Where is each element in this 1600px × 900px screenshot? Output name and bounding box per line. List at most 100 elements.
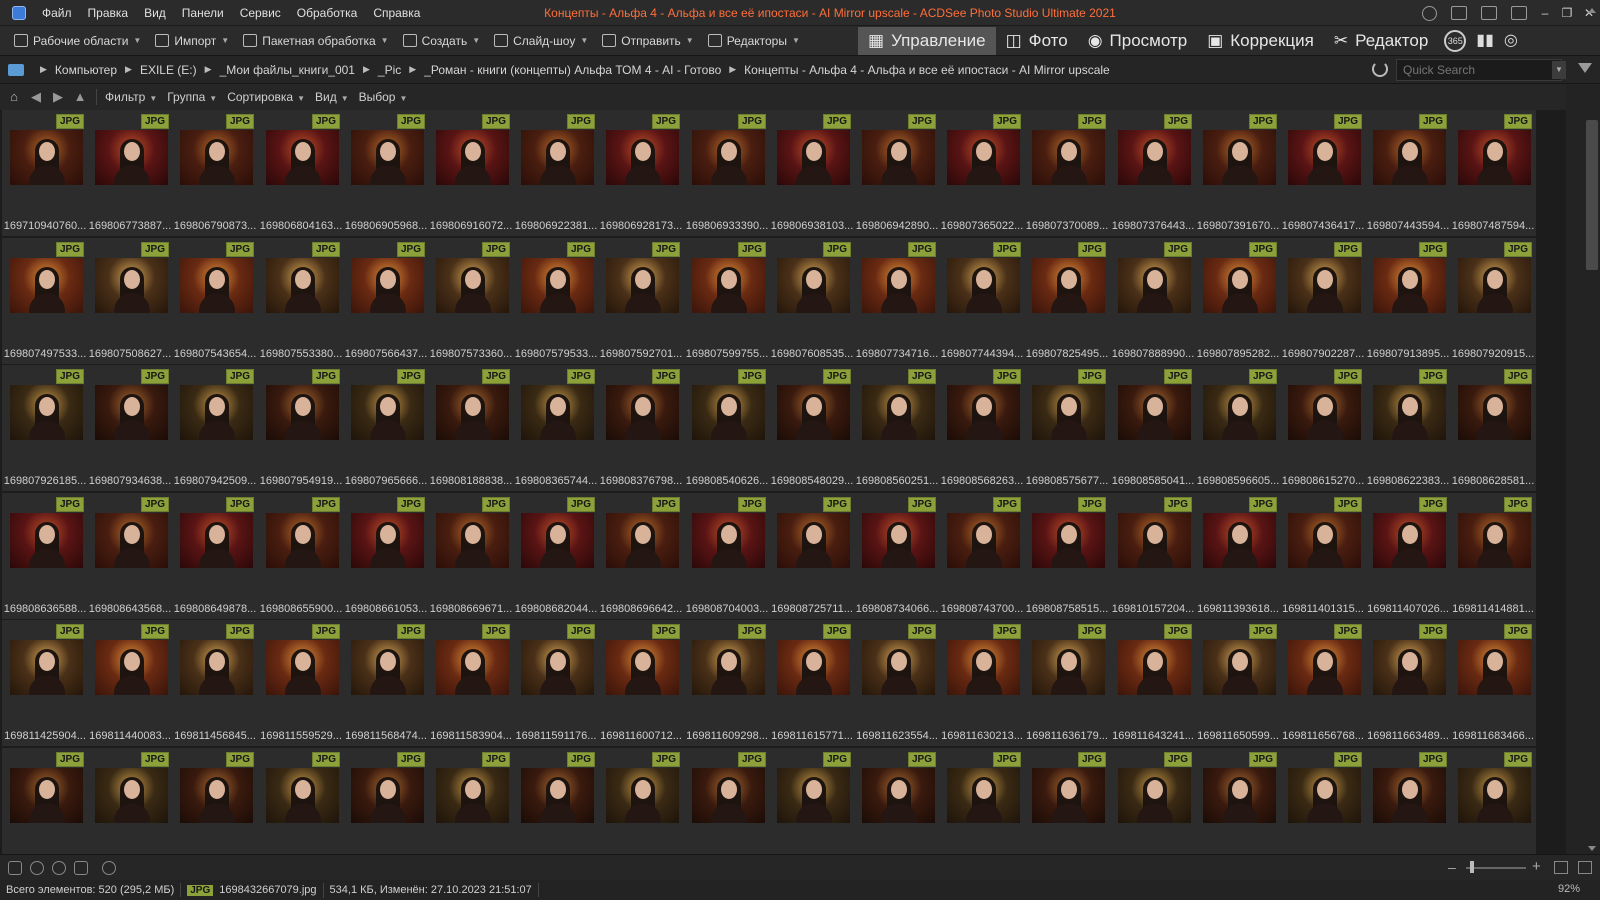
thumbnail-item[interactable]: JPG 169807934638... (87, 365, 173, 491)
thumbnail-item[interactable]: JPG 169807926185... (2, 365, 88, 491)
scroll-up-icon[interactable] (1588, 8, 1596, 13)
thumbnail-item[interactable]: JPG 169808585041... (1110, 365, 1196, 491)
thumbnail-item[interactable]: JPG 169807573360... (428, 238, 514, 364)
thumbnail-item[interactable]: JPG 169807579533... (513, 238, 599, 364)
tab-photos[interactable]: ◫ Фото (996, 27, 1078, 55)
home-icon[interactable]: ⌂ (6, 89, 22, 105)
menu-file[interactable]: Файл (34, 0, 80, 26)
tab-manage[interactable]: ▦ Управление (858, 27, 996, 55)
thumbnail-item[interactable]: JPG 169807744394... (939, 238, 1025, 364)
chevron-right-icon[interactable]: ▶ (363, 64, 370, 75)
tab-view[interactable]: ◉ Просмотр (1078, 27, 1197, 55)
scroll-down-icon[interactable] (1588, 846, 1596, 851)
breadcrumb-my-files[interactable]: _Мои файлы_книги_001 (220, 63, 355, 77)
tab-edit[interactable]: ✂ Редактор (1324, 27, 1438, 55)
thumbnail-item[interactable]: JPG 169808188838... (428, 365, 514, 491)
chevron-right-icon[interactable]: ▶ (40, 64, 47, 75)
thumbnail-item[interactable]: JPG 169811609298... (684, 620, 770, 746)
workspaces-button[interactable]: Рабочие области ▼ (0, 26, 148, 56)
view-dropdown[interactable]: Вид ▼ (315, 90, 349, 104)
thumbnail-item[interactable]: JPG 169811683466... (1450, 620, 1536, 746)
thumbnail-item[interactable]: JPG 169807895282... (1195, 238, 1281, 364)
thumbnail-item[interactable]: JPG (854, 748, 940, 854)
editors-button[interactable]: Редакторы ▼ (701, 26, 807, 56)
menu-panels[interactable]: Панели (174, 0, 232, 26)
minimize-button[interactable]: – (1534, 0, 1556, 26)
layout-bottom-icon[interactable] (1481, 6, 1497, 20)
sort-dropdown[interactable]: Сортировка ▼ (227, 90, 305, 104)
tab-develop[interactable]: ▣ Коррекция (1197, 27, 1324, 55)
filter-dropdown[interactable]: Фильтр ▼ (105, 90, 157, 104)
thumbnail-item[interactable]: JPG 169806916072... (428, 110, 514, 236)
details-view-icon[interactable] (1578, 861, 1592, 874)
thumbnail-item[interactable]: JPG 169807376443... (1110, 110, 1196, 236)
thumbnail-item[interactable]: JPG 169710940760... (2, 110, 88, 236)
slideshow-button[interactable]: Слайд-шоу ▼ (487, 26, 595, 56)
thumbnail-item[interactable]: JPG 169807599755... (684, 238, 770, 364)
thumbnail-item[interactable]: JPG 169806773887... (87, 110, 173, 236)
restore-button[interactable]: ❐ (1556, 0, 1578, 26)
thumbnail-item[interactable]: JPG 169807888990... (1110, 238, 1196, 364)
thumbnail-item[interactable]: JPG (1450, 748, 1536, 854)
thumbnail-item[interactable]: JPG (1024, 748, 1110, 854)
thumbnail-item[interactable]: JPG 169806942890... (854, 110, 940, 236)
zoom-out-icon[interactable]: – (1448, 859, 1456, 875)
thumbnail-item[interactable]: JPG 169811623554... (854, 620, 940, 746)
thumbnail-item[interactable]: JPG 169808636588... (2, 493, 88, 619)
sync-icon[interactable] (8, 860, 22, 875)
thumbnail-item[interactable]: JPG 169811559529... (258, 620, 344, 746)
dashboard-365-icon[interactable]: 365 (1444, 30, 1467, 52)
thumbnail-item[interactable]: JPG 169806933390... (684, 110, 770, 236)
thumbnail-item[interactable]: JPG (1195, 748, 1281, 854)
up-folder-icon[interactable]: ▲ (72, 89, 88, 105)
thumbnail-item[interactable]: JPG 169808560251... (854, 365, 940, 491)
rotate-left-icon[interactable] (30, 860, 44, 875)
close-button[interactable]: ✕ (1578, 0, 1600, 26)
thumbnail-item[interactable]: JPG (598, 748, 684, 854)
thumbnail-item[interactable]: JPG 169811568474... (343, 620, 429, 746)
menu-tools[interactable]: Сервис (232, 0, 289, 26)
filter-funnel-icon[interactable] (1578, 63, 1592, 73)
thumbnail-item[interactable]: JPG 169806922381... (513, 110, 599, 236)
thumbnail-size-knob[interactable] (1470, 861, 1474, 873)
thumbnail-item[interactable]: JPG 169807543654... (172, 238, 258, 364)
scrollbar-thumb[interactable] (1586, 120, 1598, 270)
thumbnail-item[interactable]: JPG 169811583904... (428, 620, 514, 746)
thumbnail-item[interactable]: JPG 169807553380... (258, 238, 344, 364)
thumbnail-item[interactable]: JPG 169807734716... (854, 238, 940, 364)
thumbnail-item[interactable]: JPG 169807443594... (1365, 110, 1451, 236)
thumbnail-item[interactable]: JPG 169811414881... (1450, 493, 1536, 619)
thumbnail-item[interactable]: JPG 169807436417... (1280, 110, 1366, 236)
thumbnail-item[interactable]: JPG 169807920915... (1450, 238, 1536, 364)
thumbnail-item[interactable]: JPG 169807508627... (87, 238, 173, 364)
thumbnail-item[interactable]: JPG 169808704003... (684, 493, 770, 619)
thumbnail-item[interactable]: JPG 169808661053... (343, 493, 429, 619)
thumbnail-item[interactable]: JPG (343, 748, 429, 854)
chevron-right-icon[interactable]: ▶ (729, 64, 736, 75)
thumbnail-item[interactable]: JPG 169807608535... (769, 238, 855, 364)
thumbnail-item[interactable]: JPG 169808649878... (172, 493, 258, 619)
thumbnail-item[interactable]: JPG 169811663489... (1365, 620, 1451, 746)
thumbnail-item[interactable]: JPG (428, 748, 514, 854)
thumbnail-item[interactable]: JPG 169806905968... (343, 110, 429, 236)
thumbnail-item[interactable]: JPG 169807370089... (1024, 110, 1110, 236)
thumbnail-item[interactable]: JPG 169808365744... (513, 365, 599, 491)
breadcrumb-pic[interactable]: _Pic (378, 63, 401, 77)
thumbnail-item[interactable]: JPG 169807365022... (939, 110, 1025, 236)
menu-process[interactable]: Обработка (289, 0, 366, 26)
thumbnail-item[interactable]: JPG (172, 748, 258, 854)
thumbnail-item[interactable]: JPG 169807391670... (1195, 110, 1281, 236)
thumbnail-item[interactable]: JPG 169807913895... (1365, 238, 1451, 364)
thumbnail-item[interactable]: JPG 169807954919... (258, 365, 344, 491)
batch-button[interactable]: Пакетная обработка ▼ (236, 26, 395, 56)
import-button[interactable]: Импорт ▼ (148, 26, 236, 56)
chevron-right-icon[interactable]: ▶ (205, 64, 212, 75)
select-dropdown[interactable]: Выбор ▼ (359, 90, 408, 104)
thumbnail-item[interactable]: JPG 169808643568... (87, 493, 173, 619)
thumbnail-item[interactable]: JPG 169811456845... (172, 620, 258, 746)
dashboard-chart-icon[interactable]: ▮▮ (1476, 30, 1494, 52)
online-eye-icon[interactable]: ◎ (1504, 30, 1518, 52)
thumbnail-item[interactable]: JPG 169808628581... (1450, 365, 1536, 491)
thumbnail-item[interactable]: JPG 169808696642... (598, 493, 684, 619)
group-dropdown[interactable]: Группа ▼ (167, 90, 217, 104)
